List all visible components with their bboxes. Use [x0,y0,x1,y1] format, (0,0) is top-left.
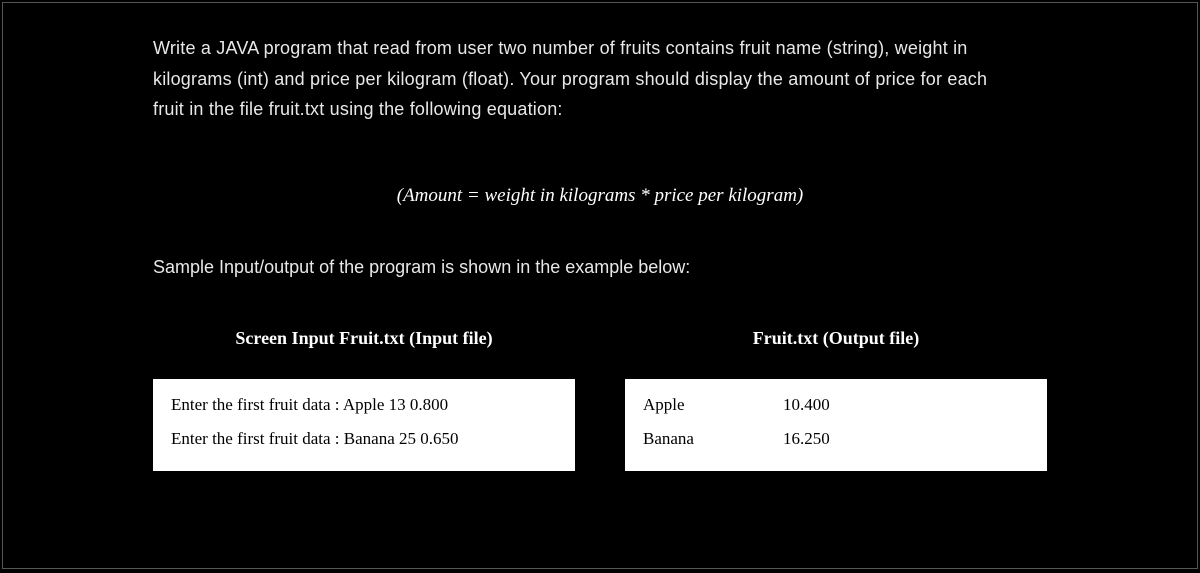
sample-label: Sample Input/output of the program is sh… [153,257,1047,278]
input-row-1: Enter the first fruit data : Apple 13 0.… [171,395,557,415]
output-row-1-value: 10.400 [783,395,830,415]
equation-text: (Amount = weight in kilograms * price pe… [153,185,1047,207]
output-file-box: Apple 10.400 Banana 16.250 [625,379,1047,471]
problem-line-2: kilograms (int) and price per kilogram (… [153,69,987,89]
output-row-2-name: Banana [643,429,783,449]
output-column: Fruit.txt (Output file) Apple 10.400 Ban… [625,328,1047,471]
input-file-box: Enter the first fruit data : Apple 13 0.… [153,379,575,471]
problem-line-3: fruit in the file fruit.txt using the fo… [153,99,563,119]
input-column: Screen Input Fruit.txt (Input file) Ente… [153,328,575,471]
input-header: Screen Input Fruit.txt (Input file) [153,328,575,349]
io-columns: Screen Input Fruit.txt (Input file) Ente… [153,328,1047,471]
problem-line-1: Write a JAVA program that read from user… [153,38,968,58]
output-row-1: Apple 10.400 [643,395,1029,415]
document-container: Write a JAVA program that read from user… [2,2,1198,569]
output-row-2: Banana 16.250 [643,429,1029,449]
output-row-2-value: 16.250 [783,429,830,449]
output-row-1-name: Apple [643,395,783,415]
input-row-2: Enter the first fruit data : Banana 25 0… [171,429,557,449]
output-header: Fruit.txt (Output file) [625,328,1047,349]
problem-statement: Write a JAVA program that read from user… [153,33,1047,125]
